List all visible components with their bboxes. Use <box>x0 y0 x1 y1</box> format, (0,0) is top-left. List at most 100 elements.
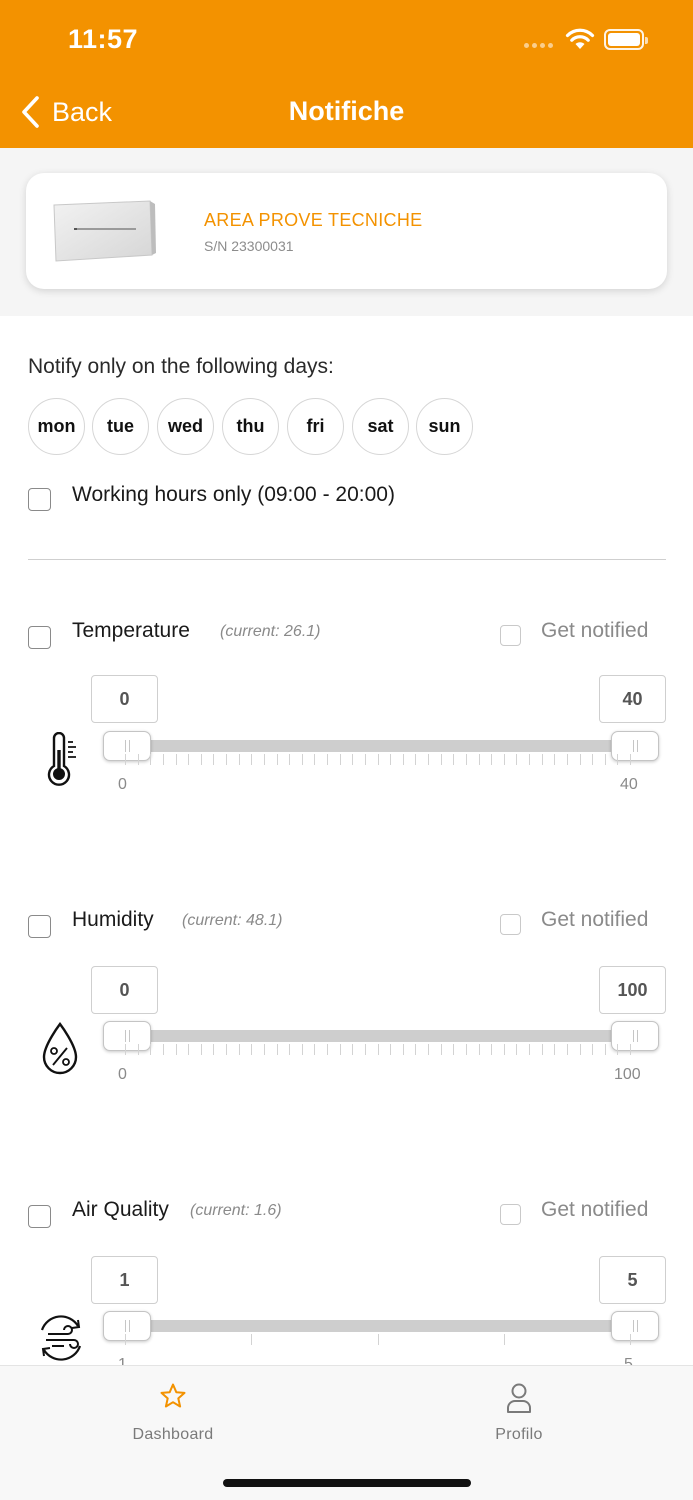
humidity-max-input[interactable]: 100 <box>599 966 666 1014</box>
slider-tick <box>289 754 290 765</box>
tab-profilo[interactable]: Profilo <box>419 1366 619 1466</box>
humidity-notify-label: Get notified <box>541 908 649 931</box>
working-hours-checkbox[interactable] <box>28 488 51 511</box>
slider-tick <box>340 1044 341 1055</box>
slider-tick <box>251 754 252 765</box>
slider-tick <box>352 754 353 765</box>
slider-tick <box>163 1044 164 1055</box>
air-quality-slider-track[interactable] <box>118 1320 642 1332</box>
working-hours-label: Working hours only (09:00 - 20:00) <box>72 483 395 506</box>
day-chip-tue[interactable]: tue <box>92 398 149 455</box>
day-chip-thu[interactable]: thu <box>222 398 279 455</box>
temperature-enable-checkbox[interactable] <box>28 626 51 649</box>
temperature-notify-checkbox[interactable] <box>500 625 521 646</box>
slider-tick <box>201 754 202 765</box>
slider-tick <box>277 754 278 765</box>
slider-tick <box>365 754 366 765</box>
thermometer-icon <box>47 732 76 786</box>
slider-tick <box>150 754 151 765</box>
air-quality-label: Air Quality <box>72 1198 169 1221</box>
slider-tick <box>630 1044 631 1055</box>
slider-tick <box>188 1044 189 1055</box>
day-chip-wed[interactable]: wed <box>157 398 214 455</box>
slider-tick <box>125 1044 126 1055</box>
temperature-current-value: (current: 26.1) <box>220 623 321 640</box>
slider-tick <box>504 1334 505 1345</box>
slider-tick <box>176 1044 177 1055</box>
humidity-enable-checkbox[interactable] <box>28 915 51 938</box>
device-card[interactable]: AREA PROVE TECNICHE S/N 23300031 <box>26 173 667 289</box>
slider-tick <box>441 754 442 765</box>
slider-tick <box>138 1044 139 1055</box>
tab-dashboard[interactable]: Dashboard <box>73 1366 273 1466</box>
humidity-slider-track[interactable] <box>118 1030 642 1042</box>
humidity-label: Humidity <box>72 908 154 931</box>
page-title: Notifiche <box>288 96 405 126</box>
slider-tick <box>580 754 581 765</box>
slider-tick <box>441 1044 442 1055</box>
temperature-max-input[interactable]: 40 <box>599 675 666 723</box>
slider-tick <box>163 754 164 765</box>
slider-tick <box>466 1044 467 1055</box>
day-chip-sat[interactable]: sat <box>352 398 409 455</box>
slider-tick <box>617 1044 618 1055</box>
air-quality-enable-checkbox[interactable] <box>28 1205 51 1228</box>
humidity-range-min: 0 <box>118 1066 127 1083</box>
slider-tick <box>314 754 315 765</box>
slider-tick <box>428 1044 429 1055</box>
slider-tick <box>302 1044 303 1055</box>
slider-tick <box>592 754 593 765</box>
slider-tick <box>264 1044 265 1055</box>
air-quality-current-value: (current: 1.6) <box>190 1202 282 1219</box>
humidity-min-input[interactable]: 0 <box>91 966 158 1014</box>
slider-tick <box>277 1044 278 1055</box>
air-quality-notify-checkbox[interactable] <box>500 1204 521 1225</box>
slider-tick <box>226 754 227 765</box>
slider-tick <box>314 1044 315 1055</box>
slider-tick <box>188 754 189 765</box>
humidity-drop-icon <box>42 1022 78 1075</box>
slider-tick <box>516 1044 517 1055</box>
slider-tick <box>567 1044 568 1055</box>
air-quality-min-input[interactable]: 1 <box>91 1256 158 1304</box>
slider-tick <box>542 1044 543 1055</box>
temperature-min-input[interactable]: 0 <box>91 675 158 723</box>
slider-tick <box>403 754 404 765</box>
day-chip-sun[interactable]: sun <box>416 398 473 455</box>
tab-profilo-label: Profilo <box>495 1426 543 1443</box>
slider-tick <box>251 1334 252 1345</box>
days-label: Notify only on the following days: <box>28 355 334 378</box>
humidity-range-max: 100 <box>614 1066 641 1083</box>
cellular-signal-icon <box>524 43 553 48</box>
device-card-area: AREA PROVE TECNICHE S/N 23300031 <box>0 148 693 316</box>
slider-tick <box>150 1044 151 1055</box>
slider-tick <box>239 1044 240 1055</box>
slider-tick <box>554 754 555 765</box>
slider-tick <box>213 754 214 765</box>
slider-tick <box>213 1044 214 1055</box>
slider-tick <box>365 1044 366 1055</box>
star-icon <box>160 1383 186 1408</box>
slider-tick <box>176 754 177 765</box>
slider-tick <box>378 1044 379 1055</box>
temperature-slider-track[interactable] <box>118 740 642 752</box>
temperature-range-max: 40 <box>620 776 638 793</box>
day-chip-fri[interactable]: fri <box>287 398 344 455</box>
slider-tick <box>428 754 429 765</box>
humidity-notify-checkbox[interactable] <box>500 914 521 935</box>
slider-tick <box>251 1044 252 1055</box>
home-indicator <box>223 1479 471 1487</box>
slider-tick <box>491 754 492 765</box>
slider-tick <box>479 754 480 765</box>
device-name: AREA PROVE TECNICHE <box>204 210 423 230</box>
slider-tick <box>605 1044 606 1055</box>
day-chip-mon[interactable]: mon <box>28 398 85 455</box>
slider-tick <box>491 1044 492 1055</box>
slider-tick <box>415 1044 416 1055</box>
slider-tick <box>504 754 505 765</box>
slider-tick <box>327 754 328 765</box>
air-quality-max-input[interactable]: 5 <box>599 1256 666 1304</box>
slider-tick <box>302 754 303 765</box>
slider-tick <box>125 754 126 765</box>
slider-tick <box>617 754 618 765</box>
